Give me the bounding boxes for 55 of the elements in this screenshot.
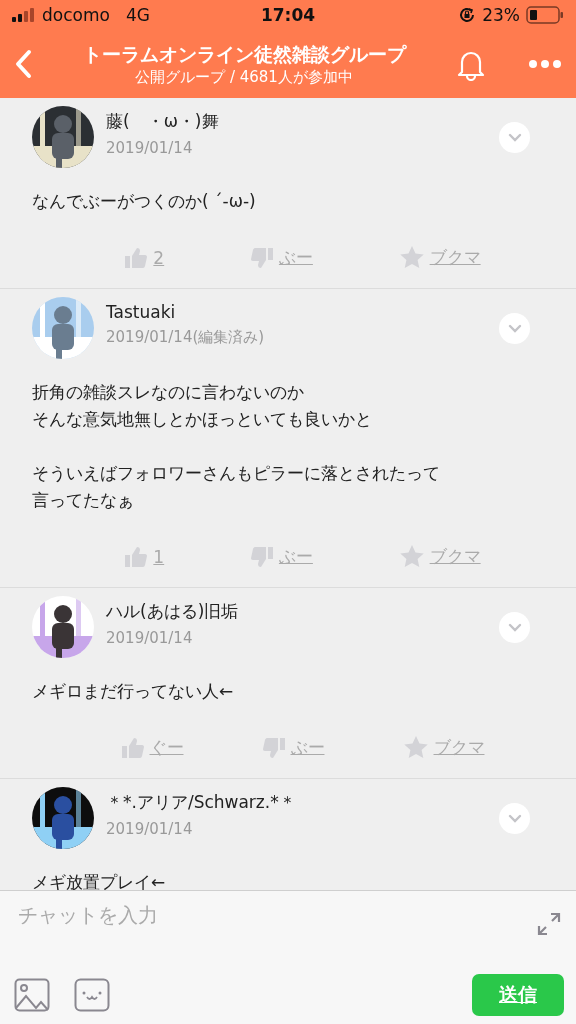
chevron-down-icon: [507, 323, 522, 333]
like-button[interactable]: 2: [119, 245, 171, 270]
image-button[interactable]: [12, 976, 52, 1014]
thumbs-down-icon: [250, 247, 273, 268]
post-menu-button[interactable]: [499, 802, 530, 834]
boo-button[interactable]: ぶー: [256, 735, 331, 760]
post-date: 2019/01/14: [106, 138, 194, 157]
clock-time: 17:04: [260, 5, 316, 25]
network-type: 4G: [125, 5, 150, 25]
author-name: Tastuaki: [106, 301, 177, 322]
post-text-line: メギロまだ行ってない人←: [32, 680, 234, 703]
post-date: 2019/01/14(編集済み): [106, 327, 266, 347]
post-text-line: そんな意気地無しとかほっといても良いかと: [32, 408, 372, 431]
thumbs-up-icon: [125, 247, 148, 268]
author-name: 藤( ・ω・)舞: [106, 109, 220, 133]
post-text-line: 言ってたなぁ: [32, 489, 134, 512]
post-text-line: 折角の雑談スレなのに言わないのか: [32, 381, 304, 404]
group-subtitle: 公開グループ / 4681人が参加中: [135, 67, 353, 87]
star-icon: [403, 736, 428, 759]
thumbs-up-icon: [121, 737, 144, 758]
thumbs-down-icon: [262, 737, 285, 758]
send-button[interactable]: 送信: [472, 974, 564, 1016]
signal-icon: [12, 8, 36, 22]
post-menu-button[interactable]: [499, 121, 530, 153]
post-menu-button[interactable]: [499, 312, 530, 344]
like-button[interactable]: 1: [119, 544, 171, 569]
bookmark-button[interactable]: ブクマ: [393, 245, 487, 270]
chevron-down-icon: [507, 813, 522, 823]
post-text-line: そういえばフォロワーさんもピラーに落とされたって: [32, 462, 440, 485]
post-text-line: メギ放置プレイ←: [32, 871, 166, 890]
chat-input-field[interactable]: チャットを入力: [12, 899, 534, 931]
post-text-line: なんでぶーがつくのか( ´-ω-): [32, 190, 256, 213]
author-name: ハル(あはる)旧垢: [106, 599, 240, 623]
emoticon-button[interactable]: [72, 976, 112, 1014]
chevron-down-icon: [507, 132, 522, 142]
like-button[interactable]: ぐー: [115, 735, 190, 760]
author-name: ＊*.アリア/Schwarz.*＊: [106, 790, 297, 814]
battery-icon: [526, 6, 564, 24]
post-date: 2019/01/14: [106, 628, 194, 647]
star-icon: [399, 545, 424, 568]
rotation-lock-icon: [458, 6, 477, 24]
more-options-button[interactable]: [526, 57, 564, 71]
carrier-name: docomo: [42, 5, 110, 25]
star-icon: [399, 246, 424, 269]
boo-button[interactable]: ぶー: [244, 245, 319, 270]
chevron-down-icon: [507, 622, 522, 632]
bookmark-button[interactable]: ブクマ: [397, 735, 491, 760]
post-menu-button[interactable]: [499, 611, 530, 643]
boo-button[interactable]: ぶー: [244, 544, 319, 569]
bookmark-button[interactable]: ブクマ: [393, 544, 487, 569]
battery-percent: 23%: [482, 5, 520, 25]
thumbs-up-icon: [125, 546, 148, 567]
thumbs-down-icon: [250, 546, 273, 567]
post-date: 2019/01/14: [106, 819, 194, 838]
group-title: トーラムオンライン徒然雑談グループ: [82, 41, 406, 67]
